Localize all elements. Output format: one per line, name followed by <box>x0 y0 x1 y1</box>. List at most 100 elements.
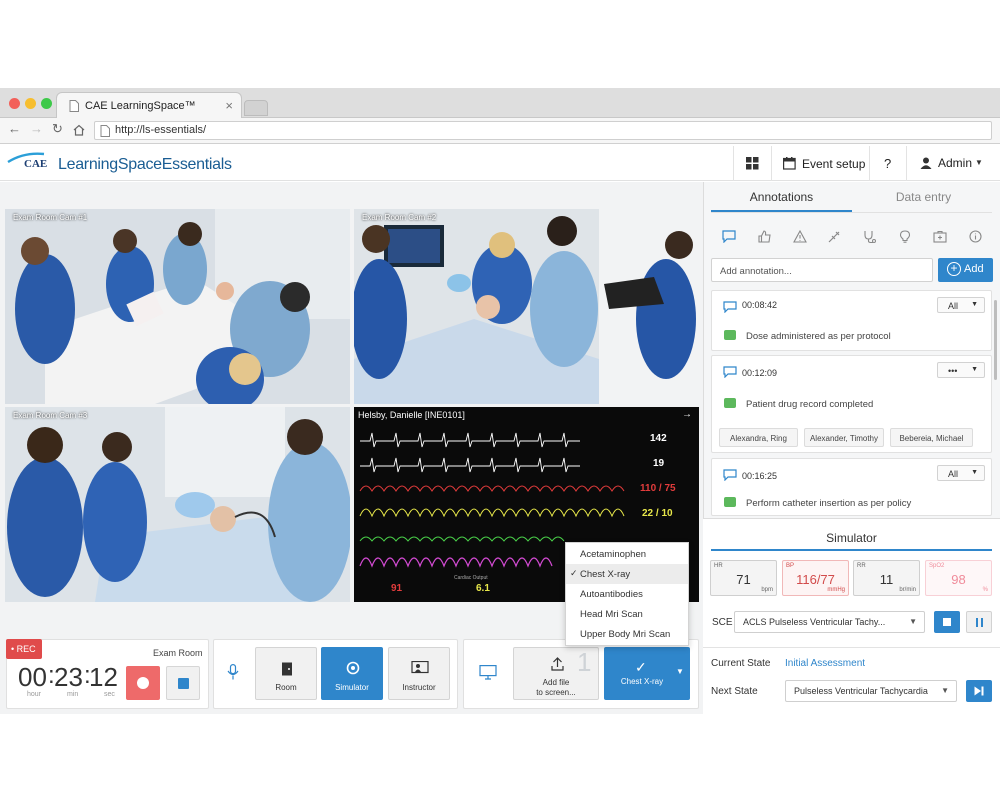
camera-feed-1[interactable]: Exam Room Cam #1 <box>5 209 350 404</box>
tab-close-icon[interactable]: × <box>225 98 233 113</box>
room-source-button[interactable]: Room <box>255 647 317 700</box>
user-menu-button[interactable]: Admin <box>938 156 972 170</box>
annotation-options-dropdown[interactable]: ••• ▼ <box>937 362 985 378</box>
comment-icon[interactable] <box>722 230 736 243</box>
stop-square-icon <box>178 678 189 689</box>
instructor-source-label: Instructor <box>402 683 436 692</box>
timer-unit: sec <box>104 691 115 698</box>
participant-tag[interactable]: Bebereia, Michael <box>890 428 973 447</box>
simulator-source-button[interactable]: Simulator <box>321 647 383 700</box>
stop-button[interactable] <box>166 666 200 700</box>
pause-icon <box>976 618 978 627</box>
advance-state-button[interactable] <box>966 680 992 702</box>
sim-vital-bp[interactable]: BP 116/77 mmHg <box>782 560 849 596</box>
dropdown-item[interactable]: Acetaminophen <box>566 544 688 564</box>
current-state-value: Initial Assessment <box>785 658 866 669</box>
first-aid-kit-icon[interactable] <box>933 230 947 243</box>
forward-icon[interactable]: → <box>30 121 43 136</box>
sim-vital-rr[interactable]: RR 11 br/min <box>853 560 920 596</box>
checkmark-icon: ✓ <box>570 568 578 578</box>
dropdown-item[interactable]: Head Mri Scan <box>566 604 688 624</box>
annotation-card[interactable]: 00:16:25 All ▼ Perform catheter insertion… <box>711 458 992 516</box>
dropdown-item[interactable]: Autoantibodies <box>566 584 688 604</box>
reload-icon[interactable]: ↻ <box>52 121 63 137</box>
caret-down-icon: ▼ <box>971 301 978 308</box>
help-button[interactable]: ? <box>884 156 891 171</box>
dropdown-item-selected[interactable]: ✓ Chest X-ray <box>566 564 688 584</box>
browser-tab[interactable]: CAE LearningSpace™ × <box>56 92 242 119</box>
add-annotation-button[interactable]: + Add <box>938 258 993 282</box>
warning-icon[interactable] <box>793 230 807 243</box>
presentation-board-icon <box>411 661 429 674</box>
address-bar[interactable]: http://ls-essentials/ <box>94 121 992 140</box>
sim-vital-hr[interactable]: HR 71 bpm <box>710 560 777 596</box>
camera-label: Exam Room Cam #2 <box>362 213 437 222</box>
record-dot-icon <box>137 677 149 689</box>
window-close-button[interactable] <box>9 98 20 109</box>
user-icon <box>920 157 932 169</box>
lightbulb-icon[interactable] <box>899 230 911 243</box>
logo-product-suffix: Essentials <box>161 156 232 173</box>
stethoscope-icon[interactable] <box>863 230 876 243</box>
window-minimize-button[interactable] <box>25 98 36 109</box>
room-source-label: Room <box>275 683 297 692</box>
pause-scenario-button[interactable] <box>966 611 992 633</box>
header-divider <box>906 146 907 181</box>
grid-view-icon[interactable] <box>746 157 759 170</box>
annotation-filter-dropdown[interactable]: All ▼ <box>937 297 985 313</box>
home-icon[interactable] <box>73 124 85 136</box>
annotation-filter-dropdown[interactable]: All ▼ <box>937 465 985 481</box>
sce-select[interactable]: ACLS Pulseless Ventricular Tachy... ▼ <box>734 611 925 633</box>
microphone-icon[interactable] <box>227 664 239 680</box>
window-maximize-button[interactable] <box>41 98 52 109</box>
door-icon <box>282 662 292 676</box>
back-icon[interactable]: ← <box>8 121 21 136</box>
vital-unit: % <box>982 587 988 593</box>
sce-label: SCE <box>712 617 733 628</box>
checkmark-icon: ✓ <box>635 659 647 675</box>
monitor-vital-pap: 22 / 10 <box>642 508 673 519</box>
tab-data-entry[interactable]: Data entry <box>853 190 994 212</box>
caret-down-icon[interactable]: ▼ <box>676 667 684 676</box>
vital-unit: bpm <box>761 587 773 593</box>
thumbs-up-icon[interactable] <box>758 230 771 243</box>
syringe-icon[interactable] <box>828 230 841 243</box>
current-media-button[interactable]: ✓ Chest X-ray ▼ <box>604 647 690 700</box>
dropdown-item[interactable]: Upper Body Mri Scan <box>566 624 688 644</box>
sim-vital-spo2[interactable]: SpO2 98 % <box>925 560 992 596</box>
monitor-vital-abp: 110 / 75 <box>640 483 676 494</box>
next-state-value: Pulseless Ventricular Tachycardia <box>794 686 928 696</box>
new-tab-button[interactable] <box>244 100 268 116</box>
instructor-source-button[interactable]: Instructor <box>388 647 450 700</box>
filter-label: ••• <box>948 366 958 376</box>
chevron-down-icon[interactable]: ▼ <box>975 158 983 167</box>
record-button[interactable] <box>126 666 160 700</box>
monitor-bottom-value: 91 <box>391 583 403 594</box>
annotation-card[interactable]: 00:08:42 All ▼ Dose administered as per p… <box>711 290 992 351</box>
participant-tag[interactable]: Alexandra, Ring <box>719 428 798 447</box>
comment-icon <box>723 469 737 481</box>
vital-label: SpO2 <box>929 563 945 569</box>
tab-annotations[interactable]: Annotations <box>711 190 852 212</box>
annotations-scrollbar[interactable] <box>994 300 997 380</box>
camera-feed-2[interactable]: Exam Room Cam #2 <box>354 209 699 404</box>
annotation-text: Patient drug record completed <box>746 399 874 410</box>
logo-brand: CAE <box>24 158 48 170</box>
arrow-right-icon[interactable]: → <box>682 409 692 420</box>
simulator-source-label: Simulator <box>335 683 369 692</box>
monitor-screen-icon[interactable] <box>479 665 497 680</box>
next-state-select[interactable]: Pulseless Ventricular Tachycardia ▼ <box>785 680 957 702</box>
current-media-label: Chest X-ray <box>620 677 664 686</box>
annotation-text: Dose administered as per protocol <box>746 331 891 342</box>
add-file-label-line2: to screen... <box>536 688 576 697</box>
stop-scenario-button[interactable] <box>934 611 960 633</box>
caret-down-icon: ▼ <box>941 686 949 695</box>
info-icon[interactable] <box>969 230 982 243</box>
annotation-input[interactable]: Add annotation... <box>711 258 933 282</box>
timer-hours: 00 <box>18 662 47 692</box>
camera-feed-3[interactable]: Exam Room Cam #3 <box>5 407 350 602</box>
tab-title: CAE LearningSpace™ <box>85 100 196 112</box>
event-setup-button[interactable]: Event setup <box>802 157 865 171</box>
participant-tag[interactable]: Alexander, Timothy <box>804 428 884 447</box>
vital-unit: mmHg <box>827 587 845 593</box>
